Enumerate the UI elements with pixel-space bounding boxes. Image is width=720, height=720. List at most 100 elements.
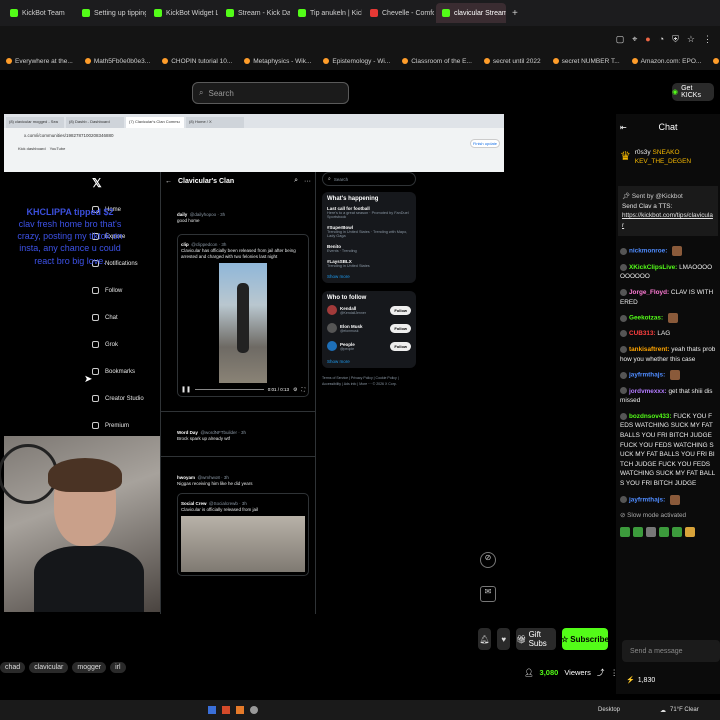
taskbar-desktop-label[interactable]: Desktop [598, 707, 620, 713]
chat-username[interactable]: tankisaftrent: [629, 346, 669, 353]
grok-float-icon[interactable]: ⊘ [480, 552, 496, 568]
inner-bookmark: Kick dashboard [18, 145, 46, 151]
pause-icon[interactable]: ❚❚ [181, 386, 191, 393]
browser-tab[interactable]: Setting up tipping | KickB [76, 3, 146, 23]
quoted-post[interactable]: clip @clippedcon · 3h Clavicular has off… [177, 234, 309, 398]
bookmark-item[interactable]: Ducky x Varmilo... [709, 58, 720, 65]
emote-icon[interactable] [633, 526, 643, 537]
browser-tab[interactable]: Chevelle - Comfortable L [364, 3, 434, 23]
browser-tab[interactable]: KickBot Widget Library [148, 3, 218, 23]
bookmark-item[interactable]: secret NUMBER T... [549, 58, 624, 65]
post-video[interactable] [219, 263, 267, 384]
bookmark-item[interactable]: secret until 2022 [480, 58, 545, 65]
star-icon[interactable]: ☆ [687, 34, 695, 45]
new-tab-icon[interactable]: + [508, 8, 522, 19]
stream-tag[interactable]: chad [0, 662, 26, 673]
taskbar-app-icon[interactable] [236, 706, 244, 714]
x-nav-item-premium: Premium [92, 422, 129, 429]
get-kicks-button[interactable]: ◉ Get KICKs [672, 83, 714, 101]
emote-icon[interactable] [672, 526, 682, 537]
taskbar-app-icon[interactable] [222, 706, 230, 714]
pinned-link[interactable]: https://kickbot.com/tips/clavicular [622, 211, 714, 230]
account-icon[interactable]: ◔ [659, 34, 664, 44]
emote-icon[interactable] [646, 526, 656, 537]
pinned-message[interactable]: 📌︎ Sent by @Kickbot Send Clav a TTS: htt… [618, 186, 718, 237]
bookmark-item[interactable]: Epistemology - Wi... [319, 58, 394, 65]
post-2[interactable]: Word Day @wordNFTbuilder · 3h Brock spar… [161, 411, 315, 442]
taskbar-app-icon[interactable] [208, 706, 216, 714]
collapse-chat-icon[interactable]: ⇤ [620, 123, 627, 132]
chat-username[interactable]: bozdnsov433: [629, 413, 672, 420]
browser-tab[interactable]: Stream - Kick Dashboard [220, 3, 290, 23]
notification-bell-button[interactable]: 🔔︎ [478, 628, 492, 650]
follow-heart-button[interactable]: ♥ [497, 628, 511, 650]
share-icon[interactable]: ⤴ [597, 667, 605, 678]
chat-username[interactable]: XKickClipsLive: [629, 264, 677, 271]
top-gifter-1: r0s3y [634, 149, 651, 156]
inner-tab: (7) Clavicular's Clan Commu [126, 117, 184, 128]
channel-points-value: 1,830 [637, 676, 656, 684]
post-1[interactable]: daily @dailyhopoo · 3h good home clip @c… [161, 190, 315, 398]
user-badge-icon [620, 288, 627, 296]
chat-text: LAG [657, 330, 671, 338]
post-text: good home [177, 218, 200, 223]
bookmark-item[interactable]: CHOPIN tutorial 10... [158, 58, 236, 65]
show-more-link[interactable]: Show more [327, 274, 411, 279]
browser-tab[interactable]: clavicular Stream - Tr [436, 3, 506, 23]
record-icon[interactable]: ● [645, 34, 650, 44]
taskbar-weather: 71°F Clear [670, 707, 699, 713]
feed-search-icon[interactable]: ⌕ [294, 177, 298, 185]
bookmark-item[interactable]: Amazon.com: EPO... [628, 58, 706, 65]
chat-username[interactable]: nickmonroe: [629, 248, 667, 255]
emote-icon[interactable] [620, 526, 630, 537]
quote-image[interactable] [181, 516, 305, 573]
trend-item: Last call for football Here's to a great … [327, 206, 411, 219]
stream-tag[interactable]: mogger [72, 662, 107, 673]
stream-tag[interactable]: irl [110, 662, 126, 673]
bookmark-item[interactable]: Metaphysics - Wik... [240, 58, 315, 65]
tab-label: Chevelle - Comfortable L [382, 9, 434, 17]
quoted-post[interactable]: Social Crew @Socialcrewb · 3h Clavicular… [177, 493, 309, 577]
window-icon[interactable]: ▢ [616, 34, 625, 45]
subscribe-button[interactable]: ☆ Subscribe [561, 628, 609, 650]
channel-points[interactable]: ⚡ 1,830 [626, 676, 656, 685]
avatar [327, 323, 337, 333]
chat-username[interactable]: jordvmexxx: [629, 388, 667, 395]
shield-icon[interactable]: ⛨ [672, 34, 679, 45]
chat-message-input[interactable]: Send a message [622, 640, 720, 662]
extensions-icon[interactable]: ⋮ [703, 34, 712, 45]
emote-icon[interactable] [685, 526, 695, 537]
back-arrow-icon[interactable]: ← [165, 178, 172, 185]
gift-subs-button[interactable]: 🎁︎ Gift Subs [516, 628, 556, 650]
pin-icon: 📌︎ [622, 193, 631, 200]
bookmark-item[interactable]: Everywhere at the... [2, 58, 77, 65]
browser-tab[interactable]: Tip anukeln | KickBot [292, 3, 362, 23]
fullscreen-icon[interactable]: ⛶ [301, 387, 305, 393]
stream-tag[interactable]: clavicular [29, 662, 69, 673]
show-more-link[interactable]: Show more [327, 359, 411, 364]
bookmark-item[interactable]: Math5Fb0e0b0e3... [81, 58, 154, 65]
x-search-input[interactable]: ⌕ Search [322, 172, 416, 186]
chat-username[interactable]: Geekotzas: [629, 315, 663, 322]
messages-float-icon[interactable]: ✉ [480, 586, 496, 602]
emote-icon[interactable] [659, 526, 669, 537]
chat-username[interactable]: Jorge_Floyd: [629, 289, 669, 296]
chat-username[interactable]: jayfrmthajs: [629, 496, 665, 503]
chat-username[interactable]: CUB313: [629, 330, 656, 337]
kick-search-input[interactable]: ⌕ Search [192, 82, 349, 104]
video-progress[interactable] [195, 389, 264, 391]
trend-item: Benito Events · Trending [327, 244, 411, 253]
chat-username[interactable]: jayfrmthajs: [629, 372, 665, 379]
x-search-placeholder: Search [333, 176, 349, 182]
user-badge-icon [620, 345, 627, 353]
taskbar-app-icon[interactable] [250, 706, 258, 714]
tab-favicon-icon [370, 9, 378, 17]
weather-icon: ☁ [660, 707, 666, 714]
post-3[interactable]: hwoyam @wmhwo8 · 3h Niggas receiving him… [161, 456, 315, 577]
bookmark-item[interactable]: Classroom of the E... [398, 58, 476, 65]
browser-tab[interactable]: KickBot Team [4, 3, 74, 23]
more-icon[interactable]: ··· [304, 178, 311, 185]
settings-icon[interactable]: ⚙ [293, 387, 297, 393]
pin-icon[interactable]: ⌖ [632, 34, 637, 45]
emote-bar [616, 526, 720, 537]
